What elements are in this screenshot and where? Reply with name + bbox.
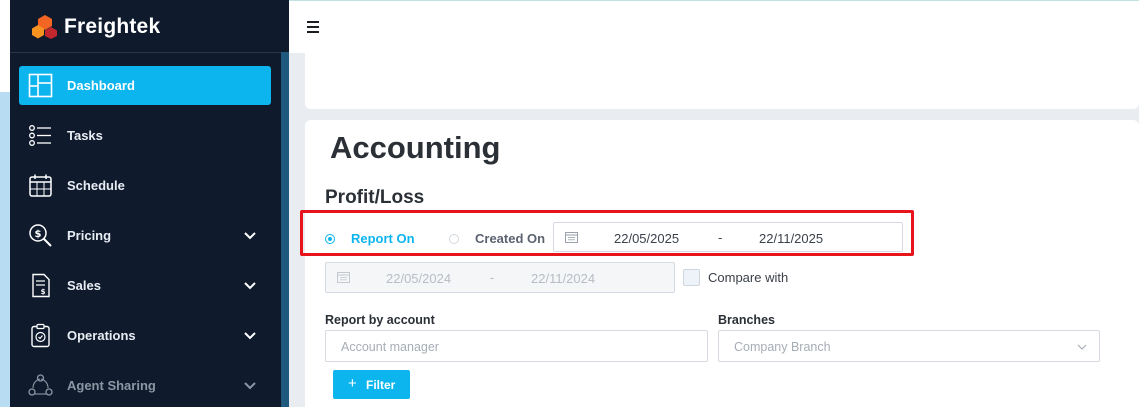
compare-with-checkbox[interactable] bbox=[683, 269, 700, 286]
chevron-down-icon[interactable] bbox=[243, 229, 257, 243]
created-on-radio[interactable] bbox=[449, 234, 459, 244]
sidebar-item-label: Pricing bbox=[67, 228, 112, 243]
compare-with-label[interactable]: Compare with bbox=[708, 270, 788, 285]
tasks-icon bbox=[29, 125, 51, 146]
date-range-end[interactable]: 22/11/2025 bbox=[759, 231, 823, 246]
filter-button-label: Filter bbox=[366, 378, 396, 392]
account-manager-input[interactable]: Account manager bbox=[325, 330, 708, 362]
freightek-logo-icon bbox=[32, 15, 57, 39]
sidebar-item-label: Operations bbox=[67, 328, 136, 343]
report-on-radio[interactable] bbox=[325, 234, 335, 244]
left-edge-strip bbox=[0, 92, 10, 407]
svg-text:$: $ bbox=[35, 229, 42, 240]
sidebar-item-label: Agent Sharing bbox=[67, 378, 156, 393]
sidebar-item-schedule[interactable]: Schedule bbox=[19, 166, 271, 205]
sidebar-item-dashboard[interactable]: Dashboard bbox=[19, 66, 271, 105]
calendar-icon bbox=[565, 232, 578, 243]
sidebar-item-pricing[interactable]: $ Pricing bbox=[19, 216, 271, 255]
top-bar bbox=[289, 0, 1139, 53]
branches-label: Branches bbox=[718, 313, 775, 327]
sidebar-item-sales[interactable]: $ Sales bbox=[19, 266, 271, 305]
company-branch-select[interactable]: Company Branch bbox=[718, 330, 1100, 362]
compare-date-range-picker[interactable]: 22/05/2024 - 22/11/2024 bbox=[325, 262, 675, 293]
sidebar-item-tasks[interactable]: Tasks bbox=[19, 116, 271, 155]
company-branch-placeholder: Company Branch bbox=[734, 340, 831, 354]
sidebar: Freightek Dashboard Tasks Schedule $ Pri… bbox=[10, 0, 289, 407]
sidebar-item-label: Schedule bbox=[67, 178, 125, 193]
sidebar-item-label: Tasks bbox=[67, 128, 103, 143]
left-edge bbox=[0, 0, 10, 407]
sidebar-item-label: Sales bbox=[67, 278, 101, 293]
svg-text:$: $ bbox=[41, 288, 46, 296]
app-name: Freightek bbox=[64, 15, 161, 38]
date-range-separator: - bbox=[718, 230, 723, 245]
pricing-search-icon: $ bbox=[29, 224, 52, 247]
dashboard-icon bbox=[28, 73, 53, 98]
date-range-start[interactable]: 22/05/2025 bbox=[614, 231, 679, 246]
sidebar-item-operations[interactable]: Operations bbox=[19, 316, 271, 355]
agent-sharing-icon bbox=[28, 374, 53, 396]
report-on-label[interactable]: Report On bbox=[351, 231, 415, 246]
top-panel bbox=[305, 52, 1139, 109]
sidebar-item-agent-sharing[interactable]: Agent Sharing bbox=[19, 366, 271, 405]
chevron-down-icon[interactable] bbox=[243, 329, 257, 343]
report-by-account-label: Report by account bbox=[325, 313, 435, 327]
sidebar-scrollbar[interactable] bbox=[281, 52, 289, 407]
hamburger-menu-icon[interactable] bbox=[307, 21, 319, 33]
invoice-icon: $ bbox=[32, 273, 50, 298]
plus-icon: + bbox=[348, 375, 357, 392]
calendar-icon bbox=[29, 174, 52, 197]
created-on-label[interactable]: Created On bbox=[475, 231, 545, 246]
sidebar-item-label: Dashboard bbox=[67, 78, 135, 93]
clipboard-icon bbox=[31, 323, 50, 348]
account-manager-placeholder: Account manager bbox=[341, 340, 439, 354]
section-title: Profit/Loss bbox=[325, 187, 425, 208]
chevron-down-icon[interactable] bbox=[243, 279, 257, 293]
calendar-icon bbox=[337, 272, 350, 283]
brand[interactable]: Freightek bbox=[10, 0, 289, 53]
compare-range-start[interactable]: 22/05/2024 bbox=[386, 271, 451, 286]
compare-range-separator: - bbox=[490, 270, 495, 285]
date-range-picker[interactable]: 22/05/2025 - 22/11/2025 bbox=[553, 222, 903, 252]
chevron-down-icon[interactable] bbox=[243, 379, 257, 393]
chevron-down-icon bbox=[1077, 344, 1087, 350]
filter-button[interactable]: + Filter bbox=[333, 370, 410, 399]
page-title: Accounting bbox=[330, 130, 501, 165]
compare-range-end[interactable]: 22/11/2024 bbox=[531, 271, 595, 286]
